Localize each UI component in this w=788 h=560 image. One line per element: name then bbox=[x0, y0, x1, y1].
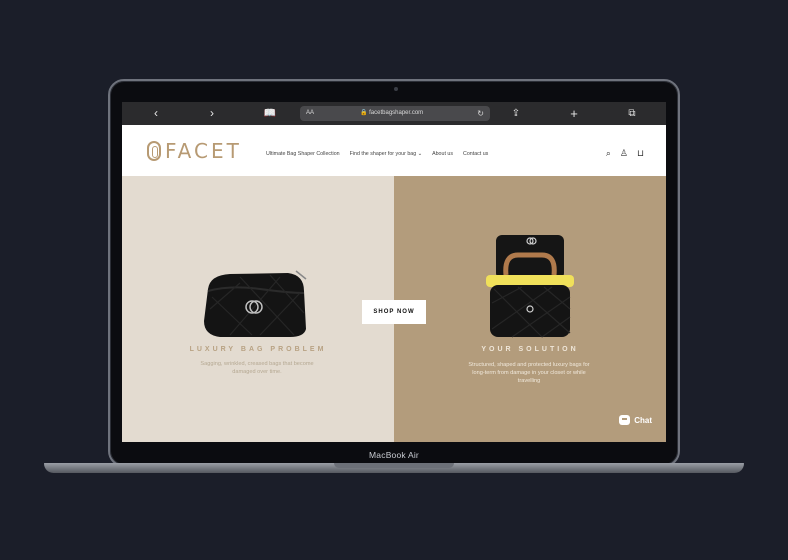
chat-button[interactable]: Chat bbox=[619, 412, 652, 428]
cart-icon[interactable]: ⊔ bbox=[637, 148, 644, 159]
laptop-screen: ‹ › 📖 AA 🔒 facetbagshaper.com ↻ ⇪ + ⧉ FA… bbox=[122, 102, 666, 442]
chat-label: Chat bbox=[634, 415, 652, 425]
camera-icon bbox=[394, 87, 398, 91]
logo-mark-icon bbox=[147, 141, 161, 161]
url-text: 🔒 facetbagshaper.com bbox=[360, 110, 424, 116]
text-size-button[interactable]: AA bbox=[306, 106, 314, 121]
laptop-lid: ‹ › 📖 AA 🔒 facetbagshaper.com ↻ ⇪ + ⧉ FA… bbox=[108, 79, 680, 467]
sagging-bag-image bbox=[204, 270, 307, 337]
header-icons: ⌕ ♙ ⊔ bbox=[606, 148, 644, 159]
reader-book-icon[interactable]: 📖 bbox=[260, 102, 280, 125]
url-value: facetbagshaper.com bbox=[369, 110, 424, 116]
new-tab-icon[interactable]: + bbox=[564, 102, 584, 125]
reload-icon[interactable]: ↻ bbox=[477, 106, 484, 121]
share-icon[interactable]: ⇪ bbox=[506, 102, 526, 125]
nav-item-collection[interactable]: Ultimate Bag Shaper Collection bbox=[266, 151, 340, 157]
account-icon[interactable]: ♙ bbox=[620, 148, 628, 159]
search-icon[interactable]: ⌕ bbox=[606, 148, 611, 159]
site-header: FACET Ultimate Bag Shaper Collection Fin… bbox=[122, 125, 666, 176]
right-panel-description: Structured, shaped and protected luxury … bbox=[468, 362, 590, 384]
nav-item-find-shaper[interactable]: Find the shaper for your bag ⌄ bbox=[350, 151, 422, 157]
device-label: MacBook Air bbox=[369, 450, 419, 460]
main-nav: Ultimate Bag Shaper Collection Find the … bbox=[266, 151, 488, 157]
shop-now-button[interactable]: SHOP NOW bbox=[362, 300, 426, 324]
forward-icon[interactable]: › bbox=[202, 102, 222, 125]
address-bar[interactable]: AA 🔒 facetbagshaper.com ↻ bbox=[300, 106, 490, 121]
hero-left-panel: LUXURY BAG PROBLEM Sagging, wrinkled, cr… bbox=[122, 176, 394, 442]
chat-bubble-icon bbox=[619, 415, 631, 425]
shaped-bag-image bbox=[486, 235, 574, 338]
nav-item-contact[interactable]: Contact us bbox=[463, 151, 488, 157]
site-logo[interactable]: FACET bbox=[147, 139, 242, 163]
laptop-base bbox=[44, 463, 744, 473]
right-panel-title: YOUR SOLUTION bbox=[481, 346, 579, 353]
tabs-overview-icon[interactable]: ⧉ bbox=[622, 102, 642, 125]
base-notch bbox=[334, 463, 454, 468]
left-panel-description: Sagging, wrinkled, creased bags that bec… bbox=[200, 361, 314, 375]
left-panel-title: LUXURY BAG PROBLEM bbox=[189, 346, 327, 353]
hero-section: LUXURY BAG PROBLEM Sagging, wrinkled, cr… bbox=[122, 176, 666, 442]
back-icon[interactable]: ‹ bbox=[146, 102, 166, 125]
logo-text: FACET bbox=[165, 139, 242, 163]
nav-item-about[interactable]: About us bbox=[432, 151, 453, 157]
stage: ‹ › 📖 AA 🔒 facetbagshaper.com ↻ ⇪ + ⧉ FA… bbox=[0, 0, 788, 560]
browser-toolbar: ‹ › 📖 AA 🔒 facetbagshaper.com ↻ ⇪ + ⧉ bbox=[122, 102, 666, 125]
hero-right-panel: YOUR SOLUTION Structured, shaped and pro… bbox=[394, 176, 666, 442]
